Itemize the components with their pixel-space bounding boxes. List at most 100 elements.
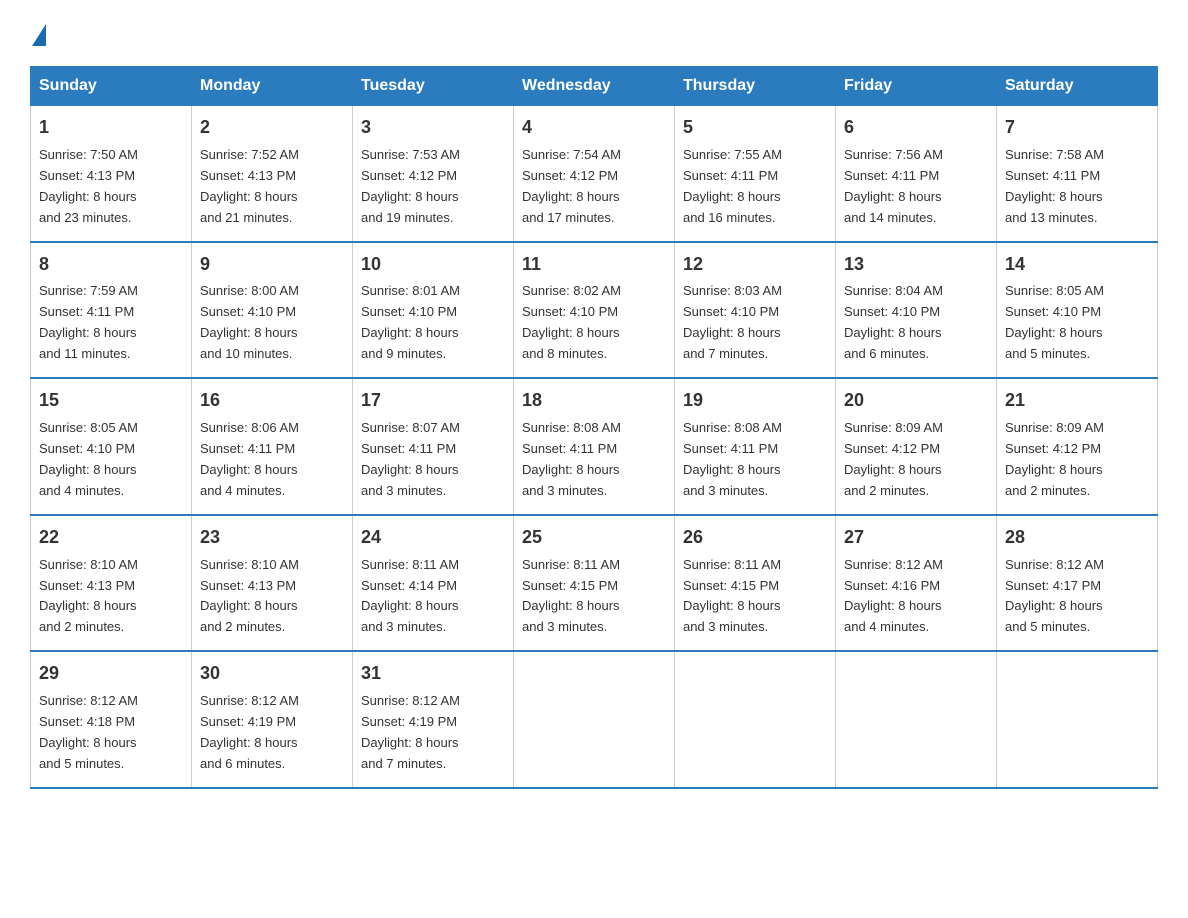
day-number: 15 [39, 387, 183, 415]
day-info: Sunrise: 7:58 AMSunset: 4:11 PMDaylight:… [1005, 147, 1104, 225]
day-number: 30 [200, 660, 344, 688]
day-number: 5 [683, 114, 827, 142]
day-number: 25 [522, 524, 666, 552]
calendar-cell: 1 Sunrise: 7:50 AMSunset: 4:13 PMDayligh… [31, 106, 192, 242]
calendar-cell: 23 Sunrise: 8:10 AMSunset: 4:13 PMDaylig… [192, 515, 353, 652]
calendar-cell: 18 Sunrise: 8:08 AMSunset: 4:11 PMDaylig… [514, 378, 675, 515]
weekday-header-saturday: Saturday [997, 67, 1158, 106]
calendar-cell: 7 Sunrise: 7:58 AMSunset: 4:11 PMDayligh… [997, 106, 1158, 242]
calendar-cell: 2 Sunrise: 7:52 AMSunset: 4:13 PMDayligh… [192, 106, 353, 242]
calendar-cell: 9 Sunrise: 8:00 AMSunset: 4:10 PMDayligh… [192, 242, 353, 379]
day-info: Sunrise: 8:02 AMSunset: 4:10 PMDaylight:… [522, 283, 621, 361]
day-info: Sunrise: 8:06 AMSunset: 4:11 PMDaylight:… [200, 420, 299, 498]
day-info: Sunrise: 8:11 AMSunset: 4:15 PMDaylight:… [683, 557, 781, 635]
weekday-header-monday: Monday [192, 67, 353, 106]
day-info: Sunrise: 8:00 AMSunset: 4:10 PMDaylight:… [200, 283, 299, 361]
day-number: 1 [39, 114, 183, 142]
weekday-header-thursday: Thursday [675, 67, 836, 106]
calendar-cell: 30 Sunrise: 8:12 AMSunset: 4:19 PMDaylig… [192, 651, 353, 788]
week-row-1: 1 Sunrise: 7:50 AMSunset: 4:13 PMDayligh… [31, 106, 1158, 242]
day-number: 6 [844, 114, 988, 142]
day-number: 4 [522, 114, 666, 142]
day-info: Sunrise: 8:11 AMSunset: 4:14 PMDaylight:… [361, 557, 459, 635]
day-info: Sunrise: 8:05 AMSunset: 4:10 PMDaylight:… [1005, 283, 1104, 361]
day-number: 2 [200, 114, 344, 142]
day-number: 17 [361, 387, 505, 415]
weekday-header-row: SundayMondayTuesdayWednesdayThursdayFrid… [31, 67, 1158, 106]
day-number: 12 [683, 251, 827, 279]
day-number: 28 [1005, 524, 1149, 552]
calendar-cell: 17 Sunrise: 8:07 AMSunset: 4:11 PMDaylig… [353, 378, 514, 515]
day-info: Sunrise: 8:03 AMSunset: 4:10 PMDaylight:… [683, 283, 782, 361]
day-info: Sunrise: 8:09 AMSunset: 4:12 PMDaylight:… [1005, 420, 1104, 498]
weekday-header-friday: Friday [836, 67, 997, 106]
day-number: 27 [844, 524, 988, 552]
day-number: 22 [39, 524, 183, 552]
calendar-cell: 12 Sunrise: 8:03 AMSunset: 4:10 PMDaylig… [675, 242, 836, 379]
calendar-cell: 5 Sunrise: 7:55 AMSunset: 4:11 PMDayligh… [675, 106, 836, 242]
day-info: Sunrise: 8:05 AMSunset: 4:10 PMDaylight:… [39, 420, 138, 498]
day-number: 23 [200, 524, 344, 552]
calendar-cell: 29 Sunrise: 8:12 AMSunset: 4:18 PMDaylig… [31, 651, 192, 788]
day-number: 24 [361, 524, 505, 552]
calendar-cell: 21 Sunrise: 8:09 AMSunset: 4:12 PMDaylig… [997, 378, 1158, 515]
day-info: Sunrise: 8:08 AMSunset: 4:11 PMDaylight:… [683, 420, 782, 498]
calendar-cell: 15 Sunrise: 8:05 AMSunset: 4:10 PMDaylig… [31, 378, 192, 515]
day-number: 13 [844, 251, 988, 279]
day-number: 11 [522, 251, 666, 279]
calendar-cell: 10 Sunrise: 8:01 AMSunset: 4:10 PMDaylig… [353, 242, 514, 379]
logo-triangle-icon [32, 24, 46, 46]
calendar-cell: 22 Sunrise: 8:10 AMSunset: 4:13 PMDaylig… [31, 515, 192, 652]
calendar-cell: 27 Sunrise: 8:12 AMSunset: 4:16 PMDaylig… [836, 515, 997, 652]
day-number: 8 [39, 251, 183, 279]
calendar-cell: 11 Sunrise: 8:02 AMSunset: 4:10 PMDaylig… [514, 242, 675, 379]
day-info: Sunrise: 7:54 AMSunset: 4:12 PMDaylight:… [522, 147, 621, 225]
calendar-cell: 20 Sunrise: 8:09 AMSunset: 4:12 PMDaylig… [836, 378, 997, 515]
day-number: 21 [1005, 387, 1149, 415]
day-number: 3 [361, 114, 505, 142]
day-info: Sunrise: 8:10 AMSunset: 4:13 PMDaylight:… [39, 557, 138, 635]
day-number: 9 [200, 251, 344, 279]
calendar-cell: 24 Sunrise: 8:11 AMSunset: 4:14 PMDaylig… [353, 515, 514, 652]
calendar-cell: 19 Sunrise: 8:08 AMSunset: 4:11 PMDaylig… [675, 378, 836, 515]
day-number: 10 [361, 251, 505, 279]
day-number: 7 [1005, 114, 1149, 142]
day-info: Sunrise: 8:04 AMSunset: 4:10 PMDaylight:… [844, 283, 943, 361]
calendar-cell: 8 Sunrise: 7:59 AMSunset: 4:11 PMDayligh… [31, 242, 192, 379]
day-number: 26 [683, 524, 827, 552]
day-info: Sunrise: 8:09 AMSunset: 4:12 PMDaylight:… [844, 420, 943, 498]
day-number: 14 [1005, 251, 1149, 279]
calendar-cell: 31 Sunrise: 8:12 AMSunset: 4:19 PMDaylig… [353, 651, 514, 788]
day-info: Sunrise: 7:56 AMSunset: 4:11 PMDaylight:… [844, 147, 943, 225]
calendar-cell: 14 Sunrise: 8:05 AMSunset: 4:10 PMDaylig… [997, 242, 1158, 379]
weekday-header-tuesday: Tuesday [353, 67, 514, 106]
day-number: 19 [683, 387, 827, 415]
calendar-cell [675, 651, 836, 788]
day-info: Sunrise: 7:52 AMSunset: 4:13 PMDaylight:… [200, 147, 299, 225]
day-info: Sunrise: 8:12 AMSunset: 4:16 PMDaylight:… [844, 557, 943, 635]
calendar-cell: 16 Sunrise: 8:06 AMSunset: 4:11 PMDaylig… [192, 378, 353, 515]
day-info: Sunrise: 8:10 AMSunset: 4:13 PMDaylight:… [200, 557, 299, 635]
calendar-cell [997, 651, 1158, 788]
calendar-cell [514, 651, 675, 788]
day-number: 29 [39, 660, 183, 688]
calendar-cell: 25 Sunrise: 8:11 AMSunset: 4:15 PMDaylig… [514, 515, 675, 652]
week-row-3: 15 Sunrise: 8:05 AMSunset: 4:10 PMDaylig… [31, 378, 1158, 515]
weekday-header-sunday: Sunday [31, 67, 192, 106]
day-info: Sunrise: 7:59 AMSunset: 4:11 PMDaylight:… [39, 283, 138, 361]
day-info: Sunrise: 8:12 AMSunset: 4:19 PMDaylight:… [361, 693, 460, 771]
week-row-2: 8 Sunrise: 7:59 AMSunset: 4:11 PMDayligh… [31, 242, 1158, 379]
day-number: 20 [844, 387, 988, 415]
day-number: 18 [522, 387, 666, 415]
day-info: Sunrise: 8:01 AMSunset: 4:10 PMDaylight:… [361, 283, 460, 361]
calendar-cell: 3 Sunrise: 7:53 AMSunset: 4:12 PMDayligh… [353, 106, 514, 242]
calendar-cell [836, 651, 997, 788]
week-row-5: 29 Sunrise: 8:12 AMSunset: 4:18 PMDaylig… [31, 651, 1158, 788]
calendar-cell: 28 Sunrise: 8:12 AMSunset: 4:17 PMDaylig… [997, 515, 1158, 652]
day-info: Sunrise: 8:12 AMSunset: 4:19 PMDaylight:… [200, 693, 299, 771]
day-number: 31 [361, 660, 505, 688]
page-header [30, 20, 1158, 46]
calendar-cell: 4 Sunrise: 7:54 AMSunset: 4:12 PMDayligh… [514, 106, 675, 242]
day-info: Sunrise: 7:53 AMSunset: 4:12 PMDaylight:… [361, 147, 460, 225]
calendar-table: SundayMondayTuesdayWednesdayThursdayFrid… [30, 66, 1158, 789]
